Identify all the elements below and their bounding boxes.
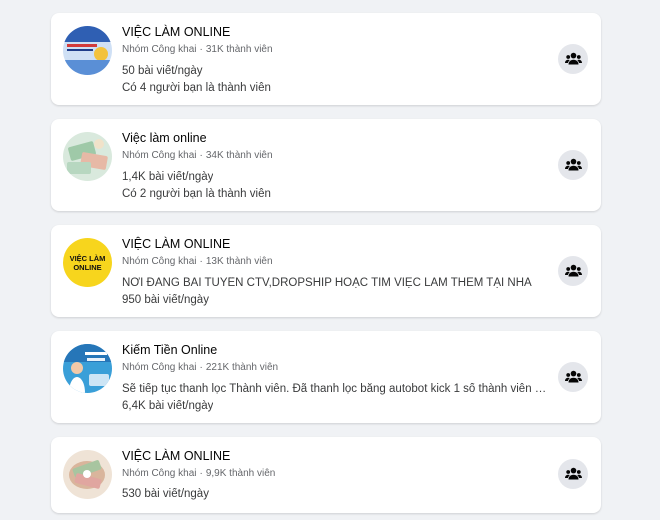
group-description: Sẽ tiếp tục thanh lọc Thành viên. Đã tha… xyxy=(122,383,550,395)
group-join-icon xyxy=(564,467,582,480)
group-meta: Nhóm Công khai · 31K thành viên xyxy=(122,44,273,55)
group-name[interactable]: Việc làm online xyxy=(122,131,207,145)
group-meta: Nhóm Công khai · 13K thành viên xyxy=(122,256,273,267)
avatar-text: VIỆC LÀM xyxy=(69,253,106,263)
post-frequency: 950 bài viết/ngày xyxy=(122,294,209,306)
member-count: 221K thành viên xyxy=(205,362,279,373)
group-avatar[interactable] xyxy=(63,344,112,393)
group-join-icon xyxy=(564,370,582,383)
post-frequency: 50 bài viết/ngày xyxy=(122,65,203,77)
group-meta: Nhóm Công khai · 34K thành viên xyxy=(122,150,273,161)
member-count: 34K thành viên xyxy=(205,150,273,161)
join-group-button[interactable] xyxy=(558,362,588,392)
avatar-text: ONLINE xyxy=(73,262,102,272)
group-card[interactable]: Việc làm online Nhóm Công khai · 34K thành… xyxy=(51,119,601,211)
group-meta: Nhóm Công khai · 221K thành viên xyxy=(122,362,279,373)
join-group-button[interactable] xyxy=(558,256,588,286)
group-join-icon xyxy=(564,52,582,65)
group-avatar[interactable] xyxy=(63,132,112,181)
group-name[interactable]: VIỆC LÀM ONLINE xyxy=(122,25,230,39)
friends-members: Có 4 người bạn là thành viên xyxy=(122,82,271,94)
post-frequency: 6,4K bài viết/ngày xyxy=(122,400,214,412)
group-avatar[interactable] xyxy=(63,26,112,75)
group-visibility: Nhóm Công khai xyxy=(122,44,197,55)
group-join-icon xyxy=(564,264,582,277)
join-group-button[interactable] xyxy=(558,459,588,489)
group-card[interactable]: VIỆC LÀM ONLINE VIỆC LÀM ONLINE Nhóm Côn… xyxy=(51,225,601,317)
group-meta: Nhóm Công khai · 9,9K thành viên xyxy=(122,468,276,479)
group-name[interactable]: VIỆC LÀM ONLINE xyxy=(122,237,230,251)
group-card[interactable]: VIỆC LÀM ONLINE Nhóm Công khai · 9,9K thàn… xyxy=(51,437,601,513)
group-visibility: Nhóm Công khai xyxy=(122,256,197,267)
group-visibility: Nhóm Công khai xyxy=(122,150,197,161)
group-visibility: Nhóm Công khai xyxy=(122,362,197,373)
group-avatar[interactable]: VIỆC LÀM ONLINE xyxy=(63,238,112,287)
post-frequency: 1,4K bài viết/ngày xyxy=(122,171,214,183)
member-count: 9,9K thành viên xyxy=(205,468,276,479)
group-card[interactable]: Kiếm Tiền Online Nhóm Công khai · 221K thà… xyxy=(51,331,601,423)
group-join-icon xyxy=(564,158,582,171)
group-description: NƠI ĐĂNG BÀI TUYỂN CTV,DROPSHIP HOẶC TÌM… xyxy=(122,277,532,289)
group-visibility: Nhóm Công khai xyxy=(122,468,197,479)
group-card[interactable]: VIỆC LÀM ONLINE Nhóm Công khai · 31K thành… xyxy=(51,13,601,105)
member-count: 31K thành viên xyxy=(205,44,273,55)
group-avatar[interactable] xyxy=(63,450,112,499)
friends-members: Có 2 người bạn là thành viên xyxy=(122,188,271,200)
post-frequency: 530 bài viết/ngày xyxy=(122,488,209,500)
join-group-button[interactable] xyxy=(558,44,588,74)
group-name[interactable]: VIỆC LÀM ONLINE xyxy=(122,449,230,463)
member-count: 13K thành viên xyxy=(205,256,273,267)
group-name[interactable]: Kiếm Tiền Online xyxy=(122,343,217,357)
join-group-button[interactable] xyxy=(558,150,588,180)
